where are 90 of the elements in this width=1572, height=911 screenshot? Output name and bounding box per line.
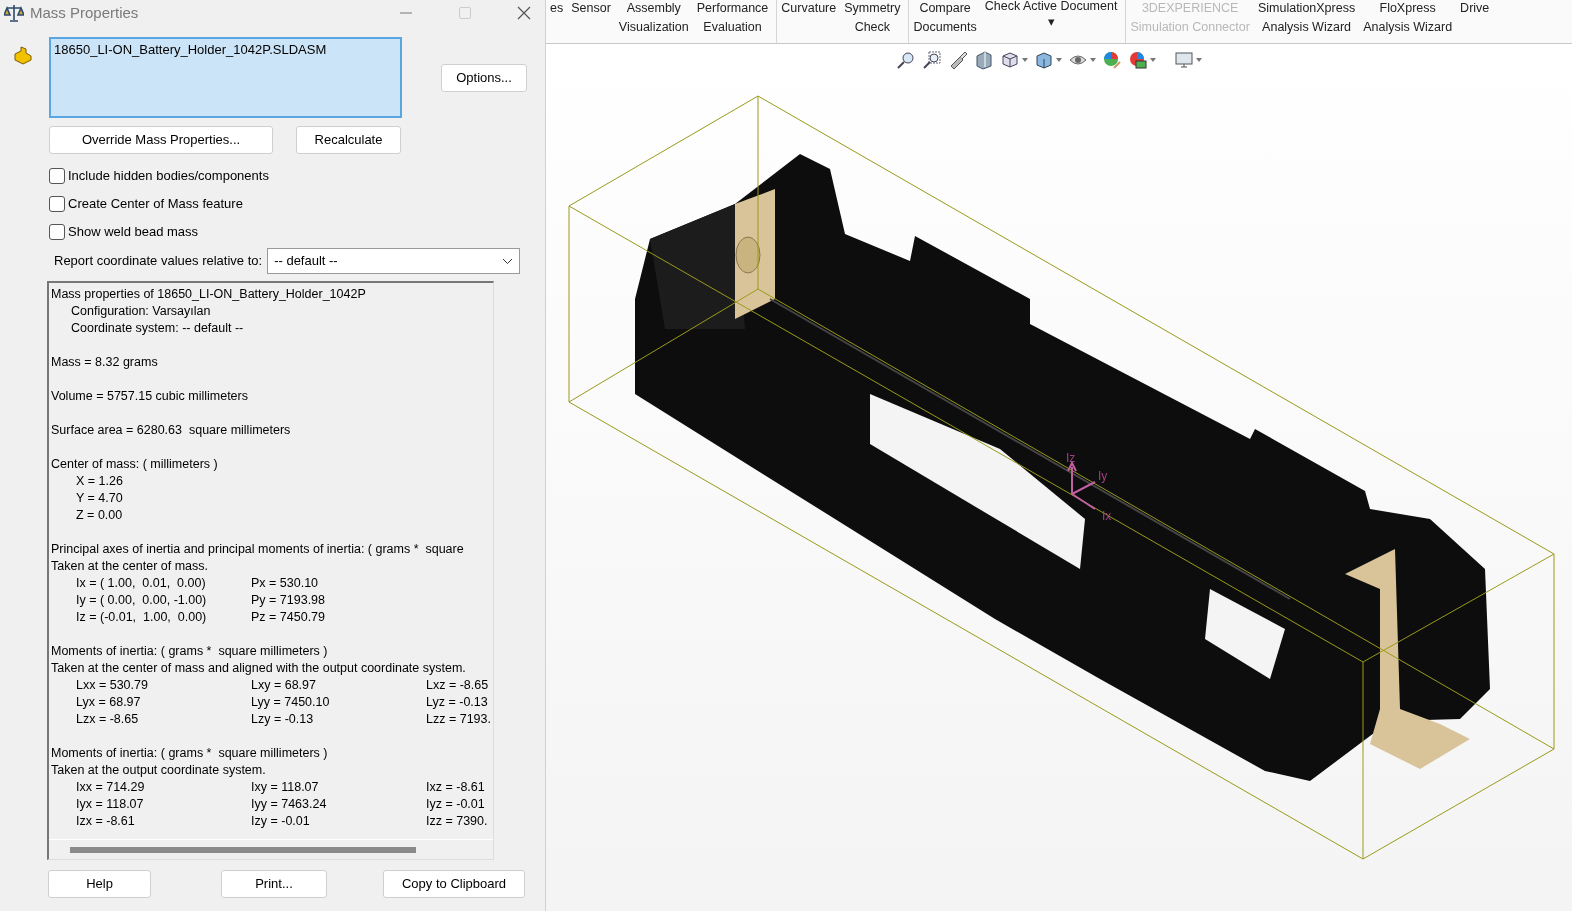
ribbon-button[interactable]: Assembly Visualization [614,0,693,43]
caret-icon[interactable] [1196,58,1202,62]
select-label: Report coordinate values relative to: [54,252,263,271]
ribbon-button[interactable]: FloXpress Analysis Wizard [1359,0,1457,43]
report-line: Principal axes of inertia and principal moments of inertia: ( grams * square [51,541,465,557]
caret-icon[interactable] [1056,58,1062,62]
caret-icon[interactable] [1150,58,1156,62]
ribbon-button[interactable]: Performance Evaluation [692,0,773,43]
checkbox[interactable] [49,168,65,184]
coordinate-select[interactable]: -- default -- [267,248,521,274]
report-value: Ixz = -8.61 [426,780,485,794]
checkbox-label: Create Center of Mass feature [68,195,243,214]
zoom-area-icon[interactable] [922,50,942,70]
report-line: Mass = 8.32 grams [51,354,159,370]
ribbon-button[interactable]: SimulationXpress Analysis Wizard [1253,0,1360,43]
report-value: Lxx = 530.79 [76,678,148,692]
checkbox[interactable] [49,196,65,212]
report-value: Lzx = -8.65 [76,712,139,726]
report-value: Py = 7193.98 [251,593,326,607]
display-style-icon[interactable] [1034,50,1054,70]
window-title: Mass Properties [30,2,139,23]
axis-label: Iz [1066,451,1076,465]
zoom-icon[interactable] [896,50,916,70]
report-value: Iyy = 7463.24 [251,797,327,811]
dialog-button[interactable]: Help [48,870,151,898]
ribbon-button[interactable]: Curvature [777,0,841,43]
report-value: Iy = ( 0.00, 0.00, -1.00) [76,593,207,607]
axis-triad-icon [1067,460,1096,510]
override-button[interactable]: Override Mass Properties... [49,126,273,154]
report-line: Volume = 5757.15 cubic millimeters [51,388,249,404]
report-value: Lyx = 68.97 [76,695,141,709]
color-wheel-icon[interactable] [1102,50,1122,70]
checkbox-label: Include hidden bodies/components [68,167,269,186]
caret-icon[interactable] [1022,58,1028,62]
report-line: Taken at the center of mass. [51,558,210,574]
maximize-icon [458,6,472,20]
report-value: Lyy = 7450.10 [251,695,330,709]
close-icon[interactable] [517,6,531,20]
report-line: Configuration: Varsayılan [71,303,211,319]
dialog-button[interactable]: Print... [221,870,327,898]
ribbon-button[interactable]: Check Active Document ▾ [980,0,1122,43]
ribbon-button[interactable]: Compare Documents [909,0,981,43]
report-value: Lzz = 7193. [426,712,491,726]
section-view-icon[interactable] [974,50,994,70]
chevron-down-icon [502,257,514,265]
report-value: Lyz = -0.13 [426,695,488,709]
monitor-icon[interactable] [1174,50,1194,70]
report-line: Moments of inertia: ( grams * square millimeters ) [51,745,329,761]
report-value: Pz = 7450.79 [251,610,326,624]
report-value: Iz = (-0.01, 1.00, 0.00) [76,610,207,624]
ribbon-button[interactable]: es [546,0,568,43]
report-value: Iyz = -0.01 [426,797,485,811]
report-value: Z = 0.00 [76,508,123,522]
scale-icon [4,3,24,23]
ribbon-button[interactable]: Symmetry Check [840,0,905,43]
ribbon-button[interactable]: Drive [1456,0,1494,43]
report-line: Taken at the output coordinate system. [51,762,267,778]
report-line: Surface area = 6280.63 square millimeters [51,422,292,438]
report-value: Px = 530.10 [251,576,319,590]
report-value: Lzy = -0.13 [251,712,314,726]
cube-icon[interactable] [1000,50,1020,70]
checkbox-label: Show weld bead mass [68,223,199,242]
report-value: Lxy = 68.97 [251,678,316,692]
scene-icon[interactable] [1128,50,1148,70]
report-value: Ixx = 714.29 [76,780,145,794]
report-line: Coordinate system: -- default -- [71,320,244,336]
report-value: Y = 4.70 [76,491,123,505]
report-value: Izx = -8.61 [76,814,135,828]
part-icon [13,45,33,65]
axis-label: Iy [1098,469,1108,483]
selection-list[interactable]: 18650_LI-ON_Battery_Holder_1042P.SLDASM [49,37,402,118]
dialog-button[interactable]: Copy to Clipboard [383,870,525,898]
report-line: Center of mass: ( millimeters ) [51,456,219,472]
report-line: Mass properties of 18650_LI-ON_Battery_Holder_1042P [51,286,367,302]
scrollbar-thumb[interactable] [70,846,416,853]
report-value: Ixy = 118.07 [251,780,319,794]
report-value: Iyx = 118.07 [76,797,144,811]
options-button[interactable]: Options... [441,64,527,92]
recalculate-button[interactable]: Recalculate [296,126,401,154]
report-value: Lxz = -8.65 [426,678,489,692]
report-value: Izz = 7390. [426,814,488,828]
report-value: Ix = ( 1.00, 0.01, 0.00) [76,576,206,590]
caret-icon[interactable] [1090,58,1096,62]
report-line: Moments of inertia: ( grams * square millimeters ) [51,643,329,659]
ribbon-button[interactable]: Sensor [567,0,615,43]
checkbox[interactable] [49,224,65,240]
report-line: Taken at the center of mass and aligned with the output coordinate system. [51,660,467,676]
report-value: Izy = -0.01 [251,814,310,828]
report-value: X = 1.26 [76,474,123,488]
list-item[interactable]: 18650_LI-ON_Battery_Holder_1042P.SLDASM [54,40,397,60]
